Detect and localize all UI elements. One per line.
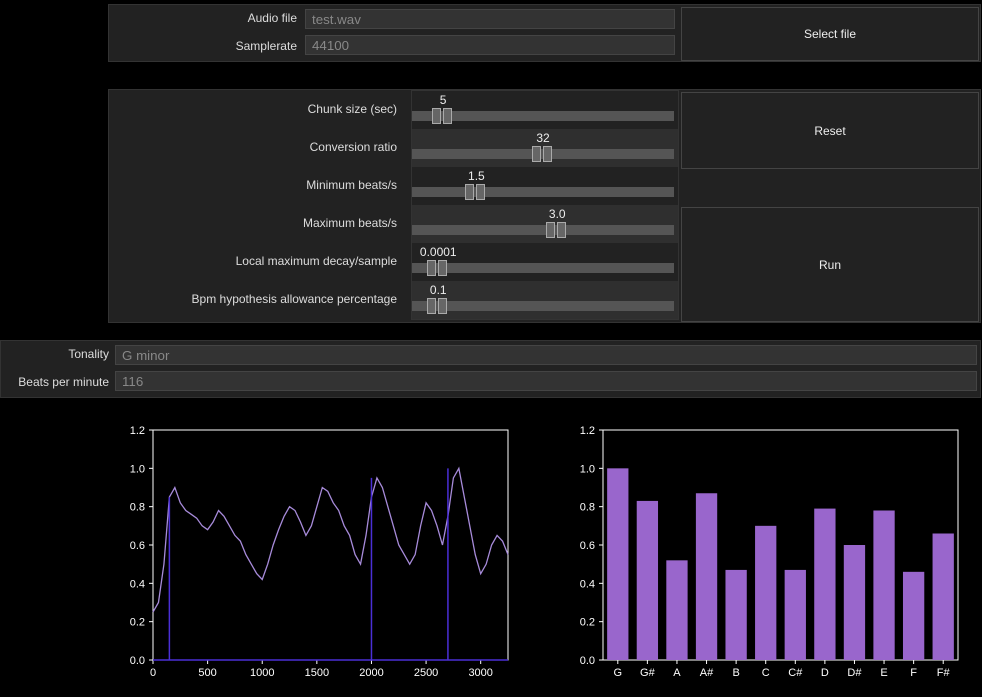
file-panel: Audio file Samplerate Select file xyxy=(108,4,981,62)
svg-text:1.0: 1.0 xyxy=(130,463,145,475)
svg-text:0.8: 0.8 xyxy=(580,502,595,514)
svg-text:C#: C# xyxy=(788,667,803,679)
svg-text:1000: 1000 xyxy=(250,667,274,679)
svg-text:0.0: 0.0 xyxy=(130,655,145,667)
svg-text:1.2: 1.2 xyxy=(580,425,595,437)
reset-button-label: Reset xyxy=(814,124,845,138)
svg-text:1500: 1500 xyxy=(305,667,329,679)
svg-text:A#: A# xyxy=(700,667,714,679)
max-beats-label: Maximum beats/s xyxy=(109,204,405,242)
svg-text:500: 500 xyxy=(198,667,216,679)
svg-text:0.8: 0.8 xyxy=(130,502,145,514)
select-file-button-label: Select file xyxy=(804,27,856,41)
svg-text:0.2: 0.2 xyxy=(580,617,595,629)
svg-text:G#: G# xyxy=(640,667,656,679)
chunk-size-label: Chunk size (sec) xyxy=(109,90,405,128)
samplerate-label: Samplerate xyxy=(109,39,305,53)
bpm-label: Beats per minute xyxy=(1,375,117,389)
bpm-input[interactable] xyxy=(115,371,977,391)
svg-text:0: 0 xyxy=(150,667,156,679)
svg-text:0.0: 0.0 xyxy=(580,655,595,667)
run-button[interactable]: Run xyxy=(681,207,979,322)
svg-text:2000: 2000 xyxy=(359,667,383,679)
svg-text:C: C xyxy=(762,667,770,679)
svg-text:3000: 3000 xyxy=(468,667,492,679)
bpm-allow-label: Bpm hypothesis allowance percentage xyxy=(109,280,405,318)
decay-slider[interactable]: 0.0001 xyxy=(412,243,674,281)
results-panel: Tonality Beats per minute xyxy=(0,340,981,398)
chunk-size-slider[interactable]: 5 xyxy=(412,91,674,129)
min-beats-slider[interactable]: 1.5 xyxy=(412,167,674,205)
svg-text:1.0: 1.0 xyxy=(580,463,595,475)
svg-text:0.6: 0.6 xyxy=(130,540,145,552)
svg-text:1.2: 1.2 xyxy=(130,425,145,437)
param-panel: Chunk size (sec) Conversion ratio Minimu… xyxy=(108,89,981,323)
line-chart: 0.0 0.2 0.4 0.6 0.8 1.0 1.2 0 500 1000 1500 2000 250… xyxy=(108,415,528,690)
bar-chart: 0.0 0.2 0.4 0.6 0.8 1.0 1.2 G G# A A# B C C# D D# E F F# xyxy=(558,415,978,690)
svg-text:F#: F# xyxy=(937,667,951,679)
tonality-input[interactable] xyxy=(115,345,977,365)
select-file-button[interactable]: Select file xyxy=(681,7,979,61)
svg-text:0.4: 0.4 xyxy=(580,578,595,590)
conversion-ratio-slider[interactable]: 32 xyxy=(412,129,674,167)
svg-text:G: G xyxy=(614,667,623,679)
svg-text:F: F xyxy=(910,667,917,679)
samplerate-input[interactable] xyxy=(305,35,675,55)
bpm-allow-slider[interactable]: 0.1 xyxy=(412,281,674,319)
svg-text:D#: D# xyxy=(847,667,862,679)
conversion-ratio-label: Conversion ratio xyxy=(109,128,405,166)
run-button-label: Run xyxy=(819,258,841,272)
max-beats-slider[interactable]: 3.0 xyxy=(412,205,674,243)
svg-text:0.4: 0.4 xyxy=(130,578,145,590)
svg-text:A: A xyxy=(673,667,681,679)
reset-button[interactable]: Reset xyxy=(681,92,979,169)
svg-text:0.2: 0.2 xyxy=(130,617,145,629)
svg-text:D: D xyxy=(821,667,829,679)
svg-text:2500: 2500 xyxy=(414,667,438,679)
audio-file-label: Audio file xyxy=(109,11,305,25)
svg-text:0.6: 0.6 xyxy=(580,540,595,552)
svg-text:B: B xyxy=(732,667,739,679)
svg-text:E: E xyxy=(880,667,887,679)
audio-file-input[interactable] xyxy=(305,9,675,29)
min-beats-label: Minimum beats/s xyxy=(109,166,405,204)
tonality-label: Tonality xyxy=(1,347,117,361)
decay-label: Local maximum decay/sample xyxy=(109,242,405,280)
